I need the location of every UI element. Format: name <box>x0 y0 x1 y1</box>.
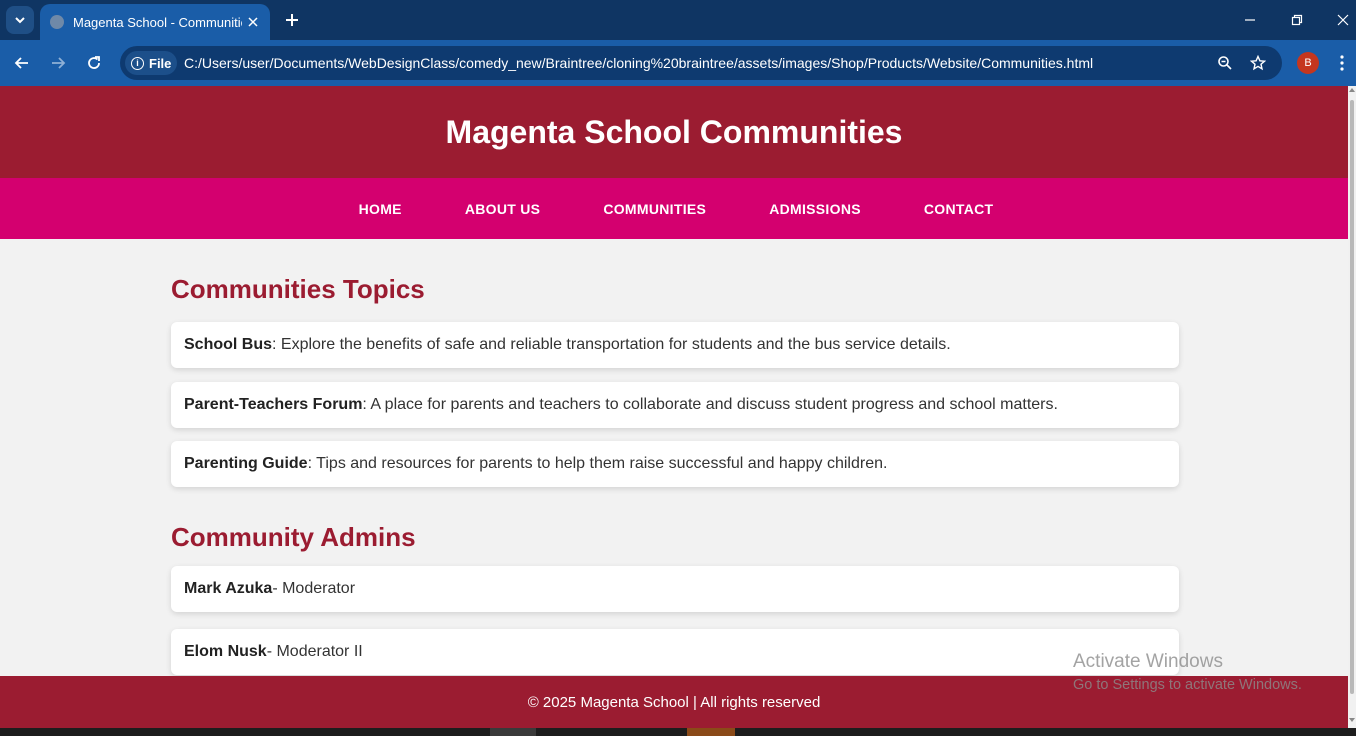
info-icon: i <box>131 56 144 70</box>
tab-close-button[interactable] <box>242 11 264 33</box>
watermark-subtitle: Go to Settings to activate Windows. <box>1073 677 1302 693</box>
nav-admissions-link[interactable]: ADMISSIONS <box>769 201 861 217</box>
admin-role: - Moderator <box>272 580 356 597</box>
profile-avatar[interactable]: B <box>1297 52 1319 74</box>
admin-name: Mark Azuka <box>184 580 273 597</box>
taskbar-app-icon[interactable] <box>687 728 735 736</box>
scroll-up-arrow-icon[interactable] <box>1349 88 1355 92</box>
close-icon <box>1337 14 1349 26</box>
bookmark-button[interactable] <box>1246 51 1270 75</box>
site-info-chip[interactable]: i File <box>125 51 177 75</box>
os-taskbar <box>0 728 1356 736</box>
admins-heading: Community Admins <box>171 522 416 552</box>
topic-card: School Bus: Explore the benefits of safe… <box>171 322 1179 368</box>
admin-role: - Moderator II <box>266 643 363 660</box>
restore-button[interactable] <box>1285 8 1309 32</box>
topics-heading: Communities Topics <box>171 274 425 304</box>
close-window-button[interactable] <box>1331 8 1355 32</box>
scroll-down-arrow-icon[interactable] <box>1349 718 1355 722</box>
topic-card: Parenting Guide: Tips and resources for … <box>171 441 1179 487</box>
browser-tab[interactable]: Magenta School - Communities <box>40 4 270 40</box>
back-button[interactable] <box>10 51 34 75</box>
site-header: Magenta School Communities <box>0 86 1348 178</box>
main-nav: HOME ABOUT US COMMUNITIES ADMISSIONS CON… <box>0 178 1348 239</box>
more-vert-icon <box>1340 55 1344 71</box>
tab-title: Magenta School - Communities <box>73 14 242 30</box>
arrow-left-icon <box>14 57 28 69</box>
nav-about-link[interactable]: ABOUT US <box>465 201 541 217</box>
minimize-button[interactable] <box>1238 8 1262 32</box>
globe-icon <box>50 15 64 29</box>
admin-card: Elom Nusk - Moderator II <box>171 629 1179 675</box>
admin-card: Mark Azuka - Moderator <box>171 566 1179 612</box>
page-viewport: Magenta School Communities HOME ABOUT US… <box>0 86 1348 728</box>
zoom-icon <box>1218 56 1232 70</box>
reload-icon <box>88 56 100 69</box>
page-scrollbar[interactable] <box>1348 86 1356 728</box>
nav-home-link[interactable]: HOME <box>359 201 402 217</box>
close-icon <box>248 17 258 27</box>
nav-contact-link[interactable]: CONTACT <box>924 201 994 217</box>
reload-button[interactable] <box>82 51 106 75</box>
tab-search-button[interactable] <box>6 6 34 34</box>
topic-description: : Explore the benefits of safe and relia… <box>272 336 951 353</box>
plus-icon <box>286 14 298 26</box>
topic-description: : A place for parents and teachers to co… <box>362 396 1058 413</box>
zoom-button[interactable] <box>1213 51 1237 75</box>
topic-card: Parent-Teachers Forum: A place for paren… <box>171 382 1179 428</box>
admin-name: Elom Nusk <box>184 643 267 660</box>
new-tab-button[interactable] <box>280 8 304 32</box>
browser-menu-button[interactable] <box>1332 51 1352 75</box>
activation-watermark: Activate Windows Go to Settings to activ… <box>1073 651 1302 693</box>
topic-description: : Tips and resources for parents to help… <box>307 455 888 472</box>
address-bar[interactable]: i File C:/Users/user/Documents/WebDesign… <box>120 46 1282 80</box>
browser-tab-bar: Magenta School - Communities <box>0 0 1356 40</box>
footer-text: © 2025 Magenta School | All rights reser… <box>527 693 821 711</box>
topic-name: Parenting Guide <box>184 455 308 472</box>
star-icon <box>1250 55 1266 71</box>
site-chip-label: File <box>149 55 172 71</box>
scrollbar-thumb[interactable] <box>1350 100 1354 694</box>
chevron-down-icon <box>15 17 25 24</box>
watermark-title: Activate Windows <box>1073 651 1223 672</box>
browser-toolbar: i File C:/Users/user/Documents/WebDesign… <box>0 40 1356 86</box>
minimize-icon <box>1245 19 1255 21</box>
page-title: Magenta School Communities <box>445 113 903 150</box>
nav-communities-link[interactable]: COMMUNITIES <box>603 201 706 217</box>
arrow-right-icon <box>52 57 66 69</box>
url-text[interactable]: C:/Users/user/Documents/WebDesignClass/c… <box>184 55 1093 71</box>
topic-name: Parent-Teachers Forum <box>184 396 363 413</box>
forward-button[interactable] <box>46 51 70 75</box>
topic-name: School Bus <box>184 336 273 353</box>
taskbar-app-icon[interactable] <box>490 728 536 736</box>
restore-icon <box>1291 14 1303 26</box>
